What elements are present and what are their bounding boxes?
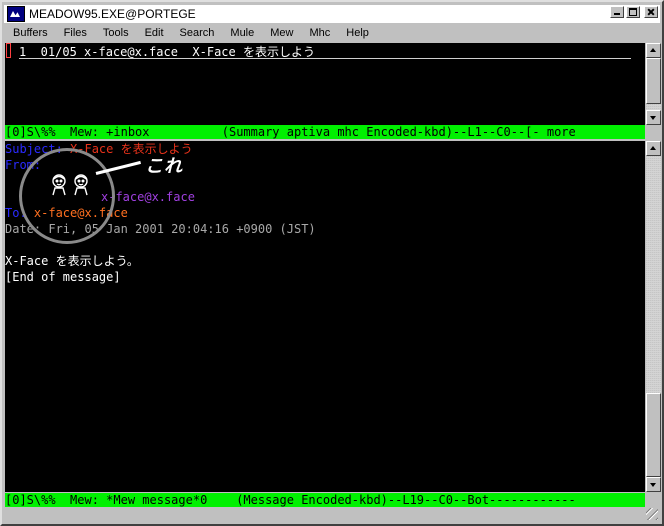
title-bar[interactable]: MEADOW95.EXE@PORTEGE [4,5,660,23]
menu-mhc[interactable]: Mhc [301,27,338,39]
app-window: MEADOW95.EXE@PORTEGE Buffers Files Tools… [0,0,664,526]
summary-row-text: 1 01/05 x-face@x.face X-Face を表示しよう [19,45,315,59]
scroll-down-icon[interactable] [646,110,661,125]
body-text: X-Face を表示しよう。 [5,254,139,268]
menu-mew[interactable]: Mew [262,27,301,39]
subject-label: Subject: [5,142,63,156]
menu-buffers[interactable]: Buffers [4,27,56,39]
x-face-icon [52,174,88,196]
menu-search[interactable]: Search [172,27,223,39]
window-controls [610,6,658,18]
window-title: MEADOW95.EXE@PORTEGE [29,7,196,21]
message-modeline: [0]S\%% Mew: *Mew message*0 (Message Enc… [5,493,645,507]
app-window-icon[interactable] [7,6,25,22]
minimize-icon[interactable] [610,6,624,18]
scroll-up-icon[interactable] [646,141,661,156]
to-line: To: x-face@x.face [5,205,645,221]
menu-tools[interactable]: Tools [95,27,137,39]
close-icon[interactable] [644,6,658,18]
menu-edit[interactable]: Edit [137,27,172,39]
menu-mule[interactable]: Mule [222,27,262,39]
annotation-label: これ [145,156,183,177]
maximize-icon[interactable] [626,6,640,18]
message-scrollbar[interactable] [646,141,661,492]
scroll-up-icon[interactable] [646,43,661,58]
summary-pane[interactable]: 1 01/05 x-face@x.face X-Face を表示しよう [5,43,645,125]
message-pane[interactable]: Subject: X-Face を表示しよう From: x-face@x.fa… [5,141,645,492]
from-label: From: [5,158,42,172]
menu-help[interactable]: Help [338,27,377,39]
date-line: Date: Fri, 05 Jan 2001 20:04:16 +0900 (J… [5,222,316,236]
to-label: To: [5,206,27,220]
end-of-message: [End of message] [5,270,121,284]
menu-bar: Buffers Files Tools Edit Search Mule Mew… [4,24,660,42]
scroll-thumb[interactable] [646,393,661,477]
menu-files[interactable]: Files [56,27,95,39]
x-face-row: x-face@x.face [5,173,645,205]
subject-line: Subject: X-Face を表示しよう [5,141,645,157]
summary-row[interactable]: 1 01/05 x-face@x.face X-Face を表示しよう [5,43,645,59]
resize-grip-icon[interactable] [646,508,658,520]
to-value: x-face@x.face [26,206,128,220]
summary-scrollbar[interactable] [646,43,661,125]
scroll-down-icon[interactable] [646,477,661,492]
summary-modeline: [0]S\%% Mew: +inbox (Summary aptiva mhc … [5,125,645,139]
text-cursor [6,43,11,58]
scroll-thumb[interactable] [646,58,661,104]
from-value: x-face@x.face [101,190,195,204]
